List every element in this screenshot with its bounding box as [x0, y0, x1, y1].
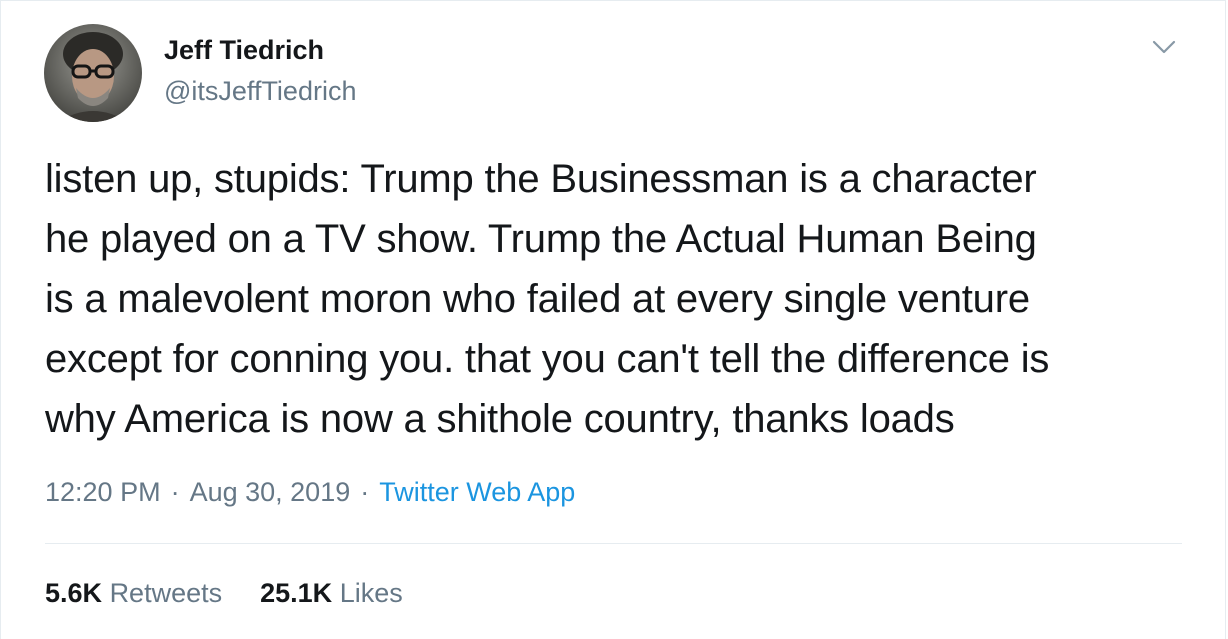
- tweet-date[interactable]: Aug 30, 2019: [190, 477, 351, 507]
- divider: [45, 543, 1182, 544]
- likes-label: Likes: [339, 578, 403, 608]
- tweet-text-line: except for conning you. that you can't t…: [45, 337, 1050, 381]
- likes-count: 25.1K: [260, 578, 333, 608]
- tweet-text: listen up, stupids: Trump the Businessma…: [45, 149, 1195, 449]
- tweet-text-line: listen up, stupids: Trump the Businessma…: [45, 157, 1037, 201]
- tweet-card: Jeff Tiedrich @itsJeffTiedrich listen up…: [0, 0, 1226, 639]
- chevron-down-icon[interactable]: [1151, 34, 1177, 60]
- tweet-source-link[interactable]: Twitter Web App: [379, 477, 575, 507]
- author-display-name[interactable]: Jeff Tiedrich: [164, 35, 324, 66]
- tweet-text-line: is a malevolent moron who failed at ever…: [45, 277, 1030, 321]
- avatar[interactable]: [44, 24, 142, 122]
- meta-separator: ·: [360, 477, 370, 507]
- tweet-time[interactable]: 12:20 PM: [45, 477, 161, 507]
- retweets-count: 5.6K: [45, 578, 103, 608]
- retweets-label: Retweets: [109, 578, 223, 608]
- tweet-stats: 5.6K Retweets 25.1K Likes: [45, 578, 403, 609]
- tweet-text-line: why America is now a shithole country, t…: [45, 397, 955, 441]
- retweets-stat[interactable]: 5.6K Retweets: [45, 578, 222, 608]
- tweet-meta: 12:20 PM · Aug 30, 2019 · Twitter Web App: [45, 477, 575, 508]
- avatar-image: [44, 24, 142, 122]
- meta-separator: ·: [170, 477, 180, 507]
- tweet-text-line: he played on a TV show. Trump the Actual…: [45, 217, 1037, 261]
- author-handle[interactable]: @itsJeffTiedrich: [164, 76, 356, 107]
- likes-stat[interactable]: 25.1K Likes: [260, 578, 403, 608]
